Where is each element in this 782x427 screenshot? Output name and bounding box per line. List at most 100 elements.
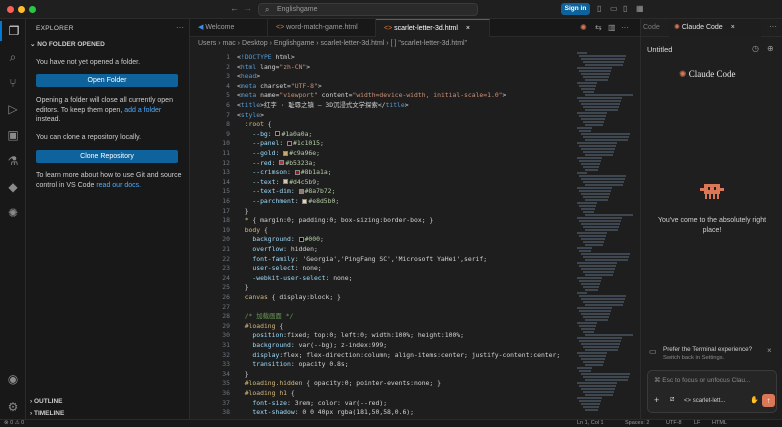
extensions-icon[interactable]: ▣ xyxy=(0,125,26,145)
layout-panel-icon[interactable]: ▭ xyxy=(610,4,618,13)
layout-sidebar-icon[interactable]: ▯ xyxy=(597,4,601,13)
more-actions-icon[interactable]: ··· xyxy=(769,22,777,31)
layout-auxbar-icon[interactable]: ▯ xyxy=(623,4,627,13)
sign-in-button[interactable]: Sign in xyxy=(561,3,590,15)
command-center-search[interactable]: ⌕ Englishgame xyxy=(258,3,478,16)
file-context-chip[interactable]: <> scarlet-lett... xyxy=(684,395,749,407)
close-icon[interactable]: × xyxy=(767,346,772,355)
claude-icon[interactable]: ✺ xyxy=(0,203,26,223)
color-swatch[interactable] xyxy=(302,198,308,204)
customize-layout-icon[interactable]: ▦ xyxy=(636,4,644,13)
minimap-line xyxy=(583,376,629,378)
color-swatch[interactable] xyxy=(283,150,289,156)
encoding[interactable]: UTF-8 xyxy=(666,420,682,426)
new-session-icon[interactable]: ⊕ xyxy=(767,44,774,53)
code-line: #loading.hidden { opacity:0; pointer-eve… xyxy=(244,379,441,388)
line-number: 38 xyxy=(222,408,230,417)
mode-icon[interactable]: ✋ xyxy=(750,396,759,404)
prompt-box[interactable]: ⌘ Esc to focus or unfocus Clau... + ⧄ <>… xyxy=(647,370,777,413)
line-number: 28 xyxy=(222,312,230,321)
explorer-icon[interactable]: ❐ xyxy=(0,21,26,41)
tab-scarlet-letter-3d[interactable]: <> scarlet-letter-3d.html × xyxy=(376,19,490,37)
send-button[interactable]: ↑ xyxy=(762,394,775,407)
open-preview-icon[interactable]: ⇆ xyxy=(595,23,602,32)
title-bar: ← → ⌕ Englishgame Sign in ▯ ▭ ▯ ▦ xyxy=(0,0,782,19)
tab-word-match-game[interactable]: <> word-match-game.html xyxy=(268,19,376,37)
code-line: font-size: 3rem; color: var(--red); xyxy=(252,398,388,407)
tab-claude-code[interactable]: ✺ Claude Code × xyxy=(669,19,761,37)
no-folder-section[interactable]: ⌄ NO FOLDER OPENED xyxy=(30,40,105,48)
terminal-tip: ▭ Prefer the Terminal experience? Switch… xyxy=(647,345,777,365)
color-swatch[interactable] xyxy=(279,160,285,166)
prompt-input[interactable]: ⌘ Esc to focus or unfocus Clau... xyxy=(654,376,750,384)
color-swatch[interactable] xyxy=(294,169,300,175)
color-swatch[interactable] xyxy=(275,131,281,137)
code-line: user-select: none; xyxy=(252,264,322,273)
language-mode[interactable]: HTML xyxy=(712,420,727,426)
forward-arrow-icon[interactable]: → xyxy=(243,3,252,13)
color-swatch[interactable] xyxy=(298,188,304,194)
outline-section[interactable]: › OUTLINE xyxy=(30,398,63,405)
minimap-line xyxy=(577,367,592,369)
minimap[interactable] xyxy=(575,50,637,427)
python-icon[interactable]: ◆ xyxy=(0,177,26,197)
minimap-line xyxy=(577,142,617,144)
search-icon[interactable]: ⌕ xyxy=(0,47,26,67)
status-bar: ⊗ 0 ⚠ 0 Ln 1, Col 1 Spaces: 2 UTF-8 LF H… xyxy=(0,419,782,427)
claude-spark-icon[interactable]: ✺ xyxy=(580,23,587,32)
problems-count[interactable]: ⊗ 0 ⚠ 0 xyxy=(4,420,24,426)
slash-command-icon[interactable]: ⧄ xyxy=(670,396,674,404)
indentation[interactable]: Spaces: 2 xyxy=(625,420,649,426)
more-actions-icon[interactable]: ··· xyxy=(621,23,629,32)
maximize-window-button[interactable] xyxy=(29,6,36,13)
minimap-line xyxy=(581,328,595,330)
minimize-window-button[interactable] xyxy=(18,6,25,13)
timeline-section[interactable]: › TIMELINE xyxy=(30,410,64,417)
tab-code-prev[interactable]: Code xyxy=(641,19,667,37)
minimap-line xyxy=(581,88,595,90)
end-of-line[interactable]: LF xyxy=(694,420,700,426)
color-swatch[interactable] xyxy=(287,140,293,146)
minimap-line xyxy=(577,52,587,54)
more-actions-icon[interactable]: ··· xyxy=(176,23,184,32)
git-docs-message: To learn more about how to use Git and s… xyxy=(36,172,182,189)
minimap-line xyxy=(577,397,602,399)
add-folder-link[interactable]: add a folder xyxy=(124,107,161,114)
breadcrumb[interactable]: Users › mac › Desktop › Englishgame › sc… xyxy=(190,37,640,50)
command-center-label: Englishgame xyxy=(277,6,318,13)
no-folder-message: You have not yet opened a folder. xyxy=(36,59,141,66)
split-editor-icon[interactable]: ▥ xyxy=(608,23,616,32)
gear-icon[interactable]: ⚙ xyxy=(0,397,26,417)
testing-icon[interactable]: ⚗ xyxy=(0,151,26,171)
code-editor[interactable]: 1 <!DOCTYPE html> 2 <html lang="zh-CN"> 3 <he… xyxy=(190,50,575,427)
add-icon[interactable]: + xyxy=(654,395,659,405)
history-icon[interactable]: ◷ xyxy=(752,44,759,53)
close-icon[interactable]: × xyxy=(731,24,735,31)
open-folder-button[interactable]: Open Folder xyxy=(36,74,178,87)
tab-welcome[interactable]: ◀ Welcome xyxy=(190,19,268,37)
minimap-line xyxy=(583,316,609,318)
line-number: 19 xyxy=(222,225,230,234)
code-line: display:flex; flex-direction:column; ali… xyxy=(252,350,561,359)
account-icon[interactable]: ◉ xyxy=(0,369,26,389)
minimap-line xyxy=(579,325,596,327)
cursor-position[interactable]: Ln 1, Col 1 xyxy=(577,420,604,426)
sidebar-header: EXPLORER xyxy=(36,25,74,32)
read-docs-link[interactable]: read our docs. xyxy=(96,182,141,189)
minimap-line xyxy=(585,124,603,126)
line-number: 36 xyxy=(222,389,230,397)
close-window-button[interactable] xyxy=(7,6,14,13)
minimap-line xyxy=(579,385,616,387)
minimap-line xyxy=(581,298,625,300)
color-swatch[interactable] xyxy=(298,236,304,242)
source-control-icon[interactable]: ⑂ xyxy=(0,73,26,93)
color-swatch[interactable] xyxy=(283,179,289,185)
run-debug-icon[interactable]: ▷ xyxy=(0,99,26,119)
line-number: 7 xyxy=(226,110,230,119)
close-icon[interactable]: × xyxy=(466,25,470,32)
minimap-line xyxy=(577,232,607,234)
minimap-line xyxy=(581,208,595,210)
clone-repository-button[interactable]: Clone Repository xyxy=(36,150,178,163)
html-file-icon: <> xyxy=(276,24,287,31)
back-arrow-icon[interactable]: ← xyxy=(230,3,239,13)
